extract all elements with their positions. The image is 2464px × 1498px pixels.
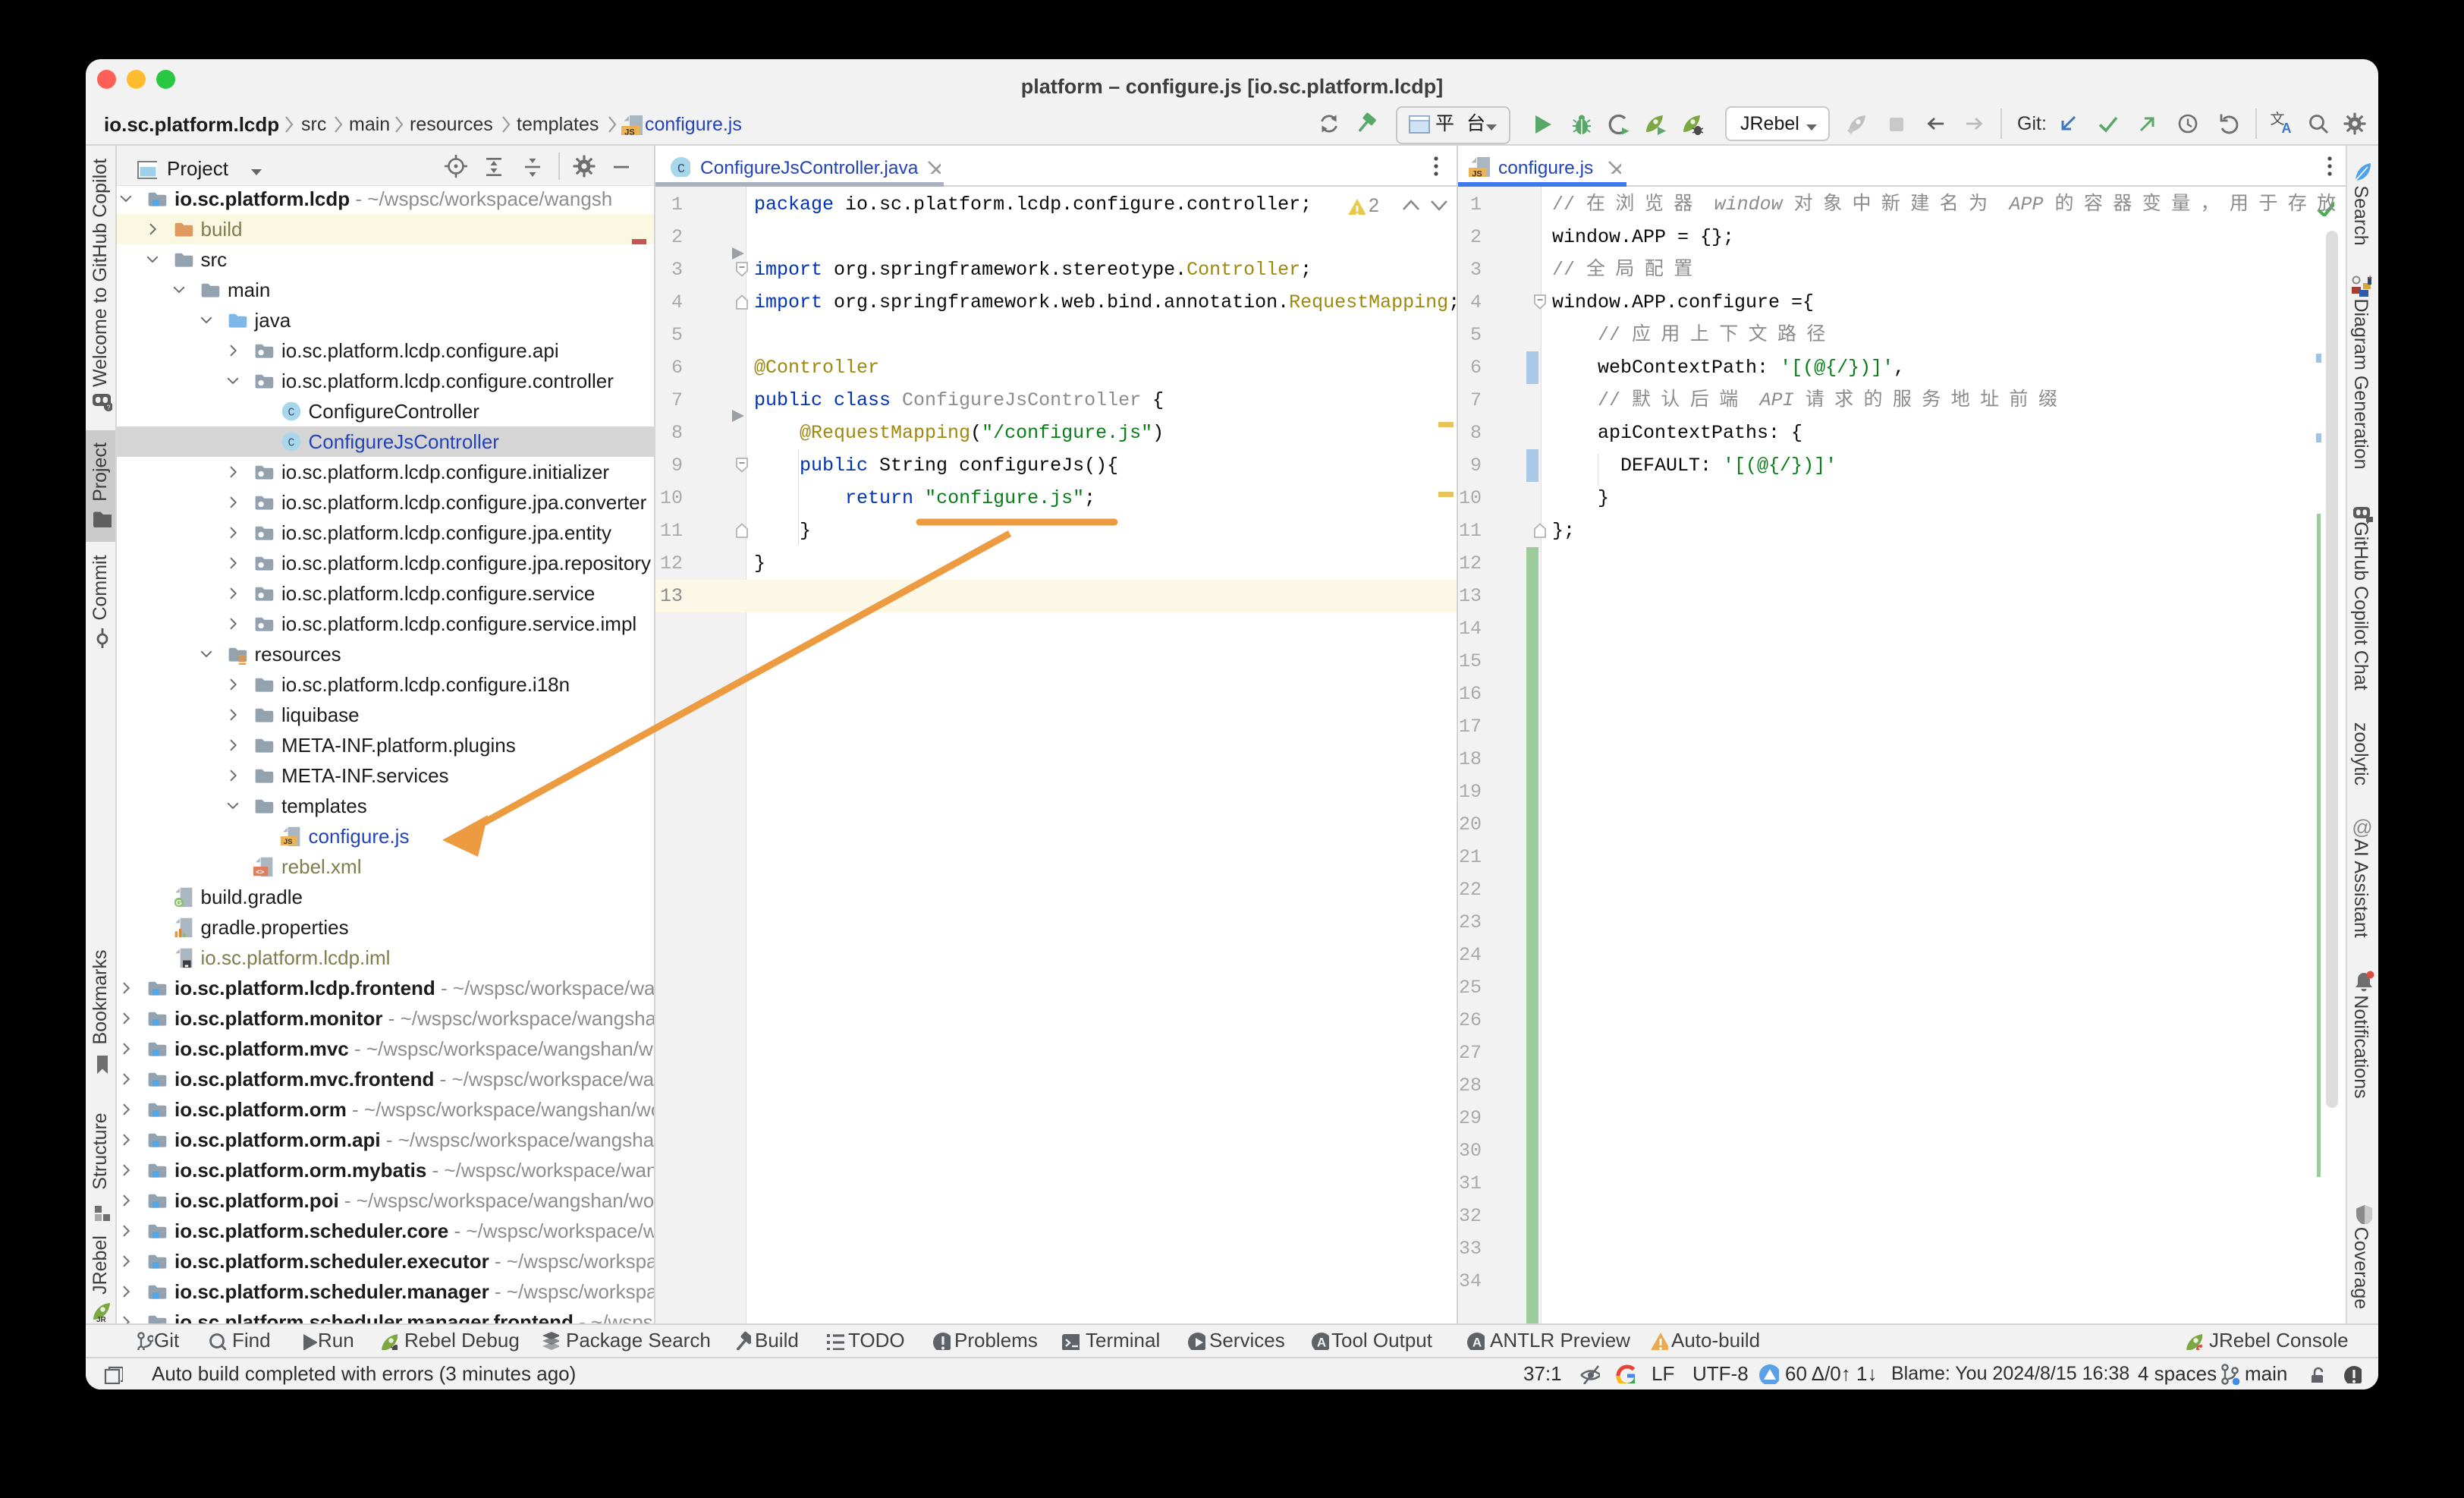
svg-text:<>: <> (256, 868, 265, 876)
svg-text:JS: JS (283, 838, 292, 846)
svg-text:C: C (677, 162, 685, 177)
svg-text:A: A (1472, 1336, 1482, 1350)
svg-text:A: A (1317, 1336, 1326, 1350)
svg-text:JR: JR (96, 1316, 107, 1322)
svg-text:@: @ (2352, 816, 2372, 838)
svg-text:C: C (288, 407, 294, 419)
svg-text:?: ? (106, 404, 110, 411)
svg-text:JS: JS (624, 128, 634, 136)
svg-text:C: C (288, 437, 294, 449)
svg-text:G: G (175, 898, 181, 908)
svg-text:JS: JS (1472, 170, 1482, 178)
svg-text:A: A (2282, 121, 2292, 136)
